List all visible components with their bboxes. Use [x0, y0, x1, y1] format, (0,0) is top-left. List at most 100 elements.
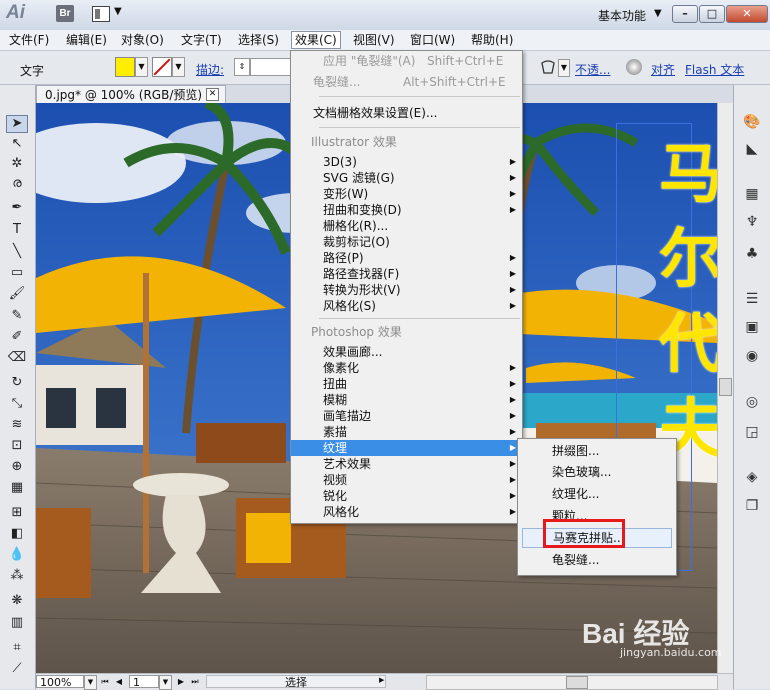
menu-item-stained-glass[interactable]: 染色玻璃...: [518, 464, 676, 480]
menu-item-texturizer[interactable]: 纹理化...: [518, 486, 676, 502]
menu-file[interactable]: 文件(F): [6, 32, 52, 48]
menu-effect[interactable]: 效果(C): [291, 31, 341, 49]
stroke-color-swatch[interactable]: [152, 57, 172, 77]
symbols-panel-icon[interactable]: ♣: [742, 245, 762, 263]
last-artboard-icon[interactable]: ⏭: [190, 676, 200, 688]
menu-item-blur[interactable]: 模糊 ▶: [291, 392, 522, 408]
scale-tool-icon[interactable]: ⤡: [7, 396, 27, 412]
paintbrush-tool-icon[interactable]: 🖌: [7, 286, 27, 302]
menu-item-artistic[interactable]: 艺术效果 ▶: [291, 456, 522, 472]
layers-panel-icon[interactable]: ◈: [742, 468, 762, 486]
menu-item-brush-strokes[interactable]: 画笔描边 ▶: [291, 408, 522, 424]
menu-window[interactable]: 窗口(W): [407, 32, 458, 48]
close-icon[interactable]: ✕: [206, 88, 219, 101]
pencil-tool-icon[interactable]: ✎: [7, 308, 27, 324]
direct-selection-tool-icon[interactable]: ↖: [7, 136, 27, 152]
menu-edit[interactable]: 编辑(E): [63, 32, 110, 48]
menu-item-texture[interactable]: 纹理 ▶: [291, 440, 522, 456]
menu-item-rasterize[interactable]: 栅格化(R)...: [291, 218, 522, 234]
rectangle-tool-icon[interactable]: ▭: [7, 265, 27, 281]
document-tab[interactable]: 0.jpg* @ 100% (RGB/预览): [36, 85, 226, 103]
menu-item-apply-last-effect[interactable]: 应用 "龟裂缝"(A) Shift+Ctrl+E: [291, 53, 522, 69]
close-button[interactable]: ✕: [726, 5, 768, 23]
pen-tool-icon[interactable]: ✒: [7, 200, 27, 216]
slice-tool-icon[interactable]: ⟋: [7, 661, 27, 677]
line-tool-icon[interactable]: ╲: [7, 244, 27, 260]
blob-brush-tool-icon[interactable]: ✐: [7, 329, 27, 345]
recolor-artwork-icon[interactable]: [626, 59, 642, 75]
type-tool-icon[interactable]: T: [7, 222, 27, 238]
horizontal-scroll-thumb[interactable]: [566, 676, 588, 689]
arrange-documents-icon[interactable]: [92, 6, 110, 22]
menu-item-stylize-ps[interactable]: 风格化 ▶: [291, 504, 522, 520]
shape-builder-tool-icon[interactable]: ⊕: [7, 459, 27, 475]
menu-select[interactable]: 选择(S): [235, 32, 282, 48]
menu-item-effect-gallery[interactable]: 效果画廊...: [291, 344, 522, 360]
previous-artboard-icon[interactable]: ◀: [114, 676, 124, 688]
menu-view[interactable]: 视图(V): [350, 32, 398, 48]
magic-wand-tool-icon[interactable]: ✲: [7, 156, 27, 172]
menu-item-distort[interactable]: 扭曲 ▶: [291, 376, 522, 392]
menu-type[interactable]: 文字(T): [178, 32, 225, 48]
warp-tool-icon[interactable]: ≋: [7, 417, 27, 433]
gradient-panel-icon[interactable]: ▣: [742, 318, 762, 336]
maximize-button[interactable]: □: [699, 5, 725, 23]
color-panel-icon[interactable]: 🎨: [742, 113, 762, 131]
symbol-sprayer-tool-icon[interactable]: ❋: [7, 593, 27, 609]
bridge-button[interactable]: Br: [56, 5, 74, 22]
fill-color-swatch[interactable]: [115, 57, 135, 77]
zoom-level-input[interactable]: 100%: [36, 675, 84, 689]
artboard-tool-icon[interactable]: ⌗: [7, 640, 27, 656]
status-selector[interactable]: 选择: [206, 675, 386, 689]
chevron-down-icon[interactable]: ▼: [654, 8, 662, 19]
color-guide-icon[interactable]: ◣: [742, 140, 762, 158]
swatches-panel-icon[interactable]: ▦: [742, 185, 762, 203]
vertical-scroll-thumb[interactable]: [719, 378, 732, 396]
menu-item-video[interactable]: 视频 ▶: [291, 472, 522, 488]
menu-item-3d[interactable]: 3D(3) ▶: [291, 154, 522, 170]
chevron-right-icon[interactable]: ▶: [379, 676, 384, 684]
chevron-down-icon[interactable]: ▼: [135, 57, 148, 77]
artboards-panel-icon[interactable]: ❐: [742, 497, 762, 515]
eyedropper-tool-icon[interactable]: 💧: [7, 547, 27, 563]
menu-item-raster-settings[interactable]: 文档栅格效果设置(E)...: [291, 105, 522, 121]
rotate-tool-icon[interactable]: ↻: [7, 375, 27, 391]
menu-help[interactable]: 帮助(H): [468, 32, 516, 48]
menu-item-last-effect[interactable]: 龟裂缝... Alt+Shift+Ctrl+E: [291, 74, 522, 90]
appearance-panel-icon[interactable]: ◎: [742, 393, 762, 411]
menu-item-convert-to-shape[interactable]: 转换为形状(V) ▶: [291, 282, 522, 298]
align-link[interactable]: 对齐: [651, 61, 675, 78]
menu-item-craquelure[interactable]: 龟裂缝...: [518, 552, 676, 568]
opacity-link[interactable]: 不透...: [575, 61, 610, 78]
chevron-down-icon[interactable]: ▼: [558, 59, 570, 77]
menu-item-warp[interactable]: 变形(W) ▶: [291, 186, 522, 202]
minimize-button[interactable]: –: [672, 5, 698, 23]
menu-item-svg-filters[interactable]: SVG 滤镜(G) ▶: [291, 170, 522, 186]
flash-text-link[interactable]: Flash 文本: [685, 61, 744, 78]
chevron-down-icon[interactable]: ▼: [172, 57, 185, 77]
column-graph-tool-icon[interactable]: ▥: [7, 615, 27, 631]
selection-tool-icon[interactable]: ➤: [6, 115, 28, 133]
free-transform-tool-icon[interactable]: ⊡: [7, 438, 27, 454]
first-artboard-icon[interactable]: ⏮: [100, 676, 110, 688]
chevron-down-icon[interactable]: ▼: [159, 675, 172, 690]
menu-item-pixelate[interactable]: 像素化 ▶: [291, 360, 522, 376]
menu-item-stylize-ai[interactable]: 风格化(S) ▶: [291, 298, 522, 314]
chevron-down-icon[interactable]: ▼: [114, 6, 122, 17]
brushes-panel-icon[interactable]: ♆: [742, 213, 762, 231]
graphic-style-icon[interactable]: [540, 60, 556, 74]
stroke-weight-stepper[interactable]: ⇕: [234, 58, 250, 76]
transparency-panel-icon[interactable]: ◉: [742, 347, 762, 365]
perspective-grid-tool-icon[interactable]: ▦: [7, 480, 27, 496]
artboard-number-input[interactable]: 1: [129, 675, 159, 689]
next-artboard-icon[interactable]: ▶: [176, 676, 186, 688]
stroke-weight-input[interactable]: [250, 58, 292, 76]
menu-object[interactable]: 对象(O): [118, 32, 167, 48]
menu-item-pathfinder[interactable]: 路径查找器(F) ▶: [291, 266, 522, 282]
graphic-styles-panel-icon[interactable]: ◲: [742, 423, 762, 441]
workspace-switcher[interactable]: 基本功能: [598, 7, 646, 24]
chevron-down-icon[interactable]: ▼: [84, 675, 97, 690]
menu-item-patchwork[interactable]: 拼缀图...: [518, 443, 676, 459]
eraser-tool-icon[interactable]: ⌫: [7, 350, 27, 366]
blend-tool-icon[interactable]: ⁂: [7, 568, 27, 584]
